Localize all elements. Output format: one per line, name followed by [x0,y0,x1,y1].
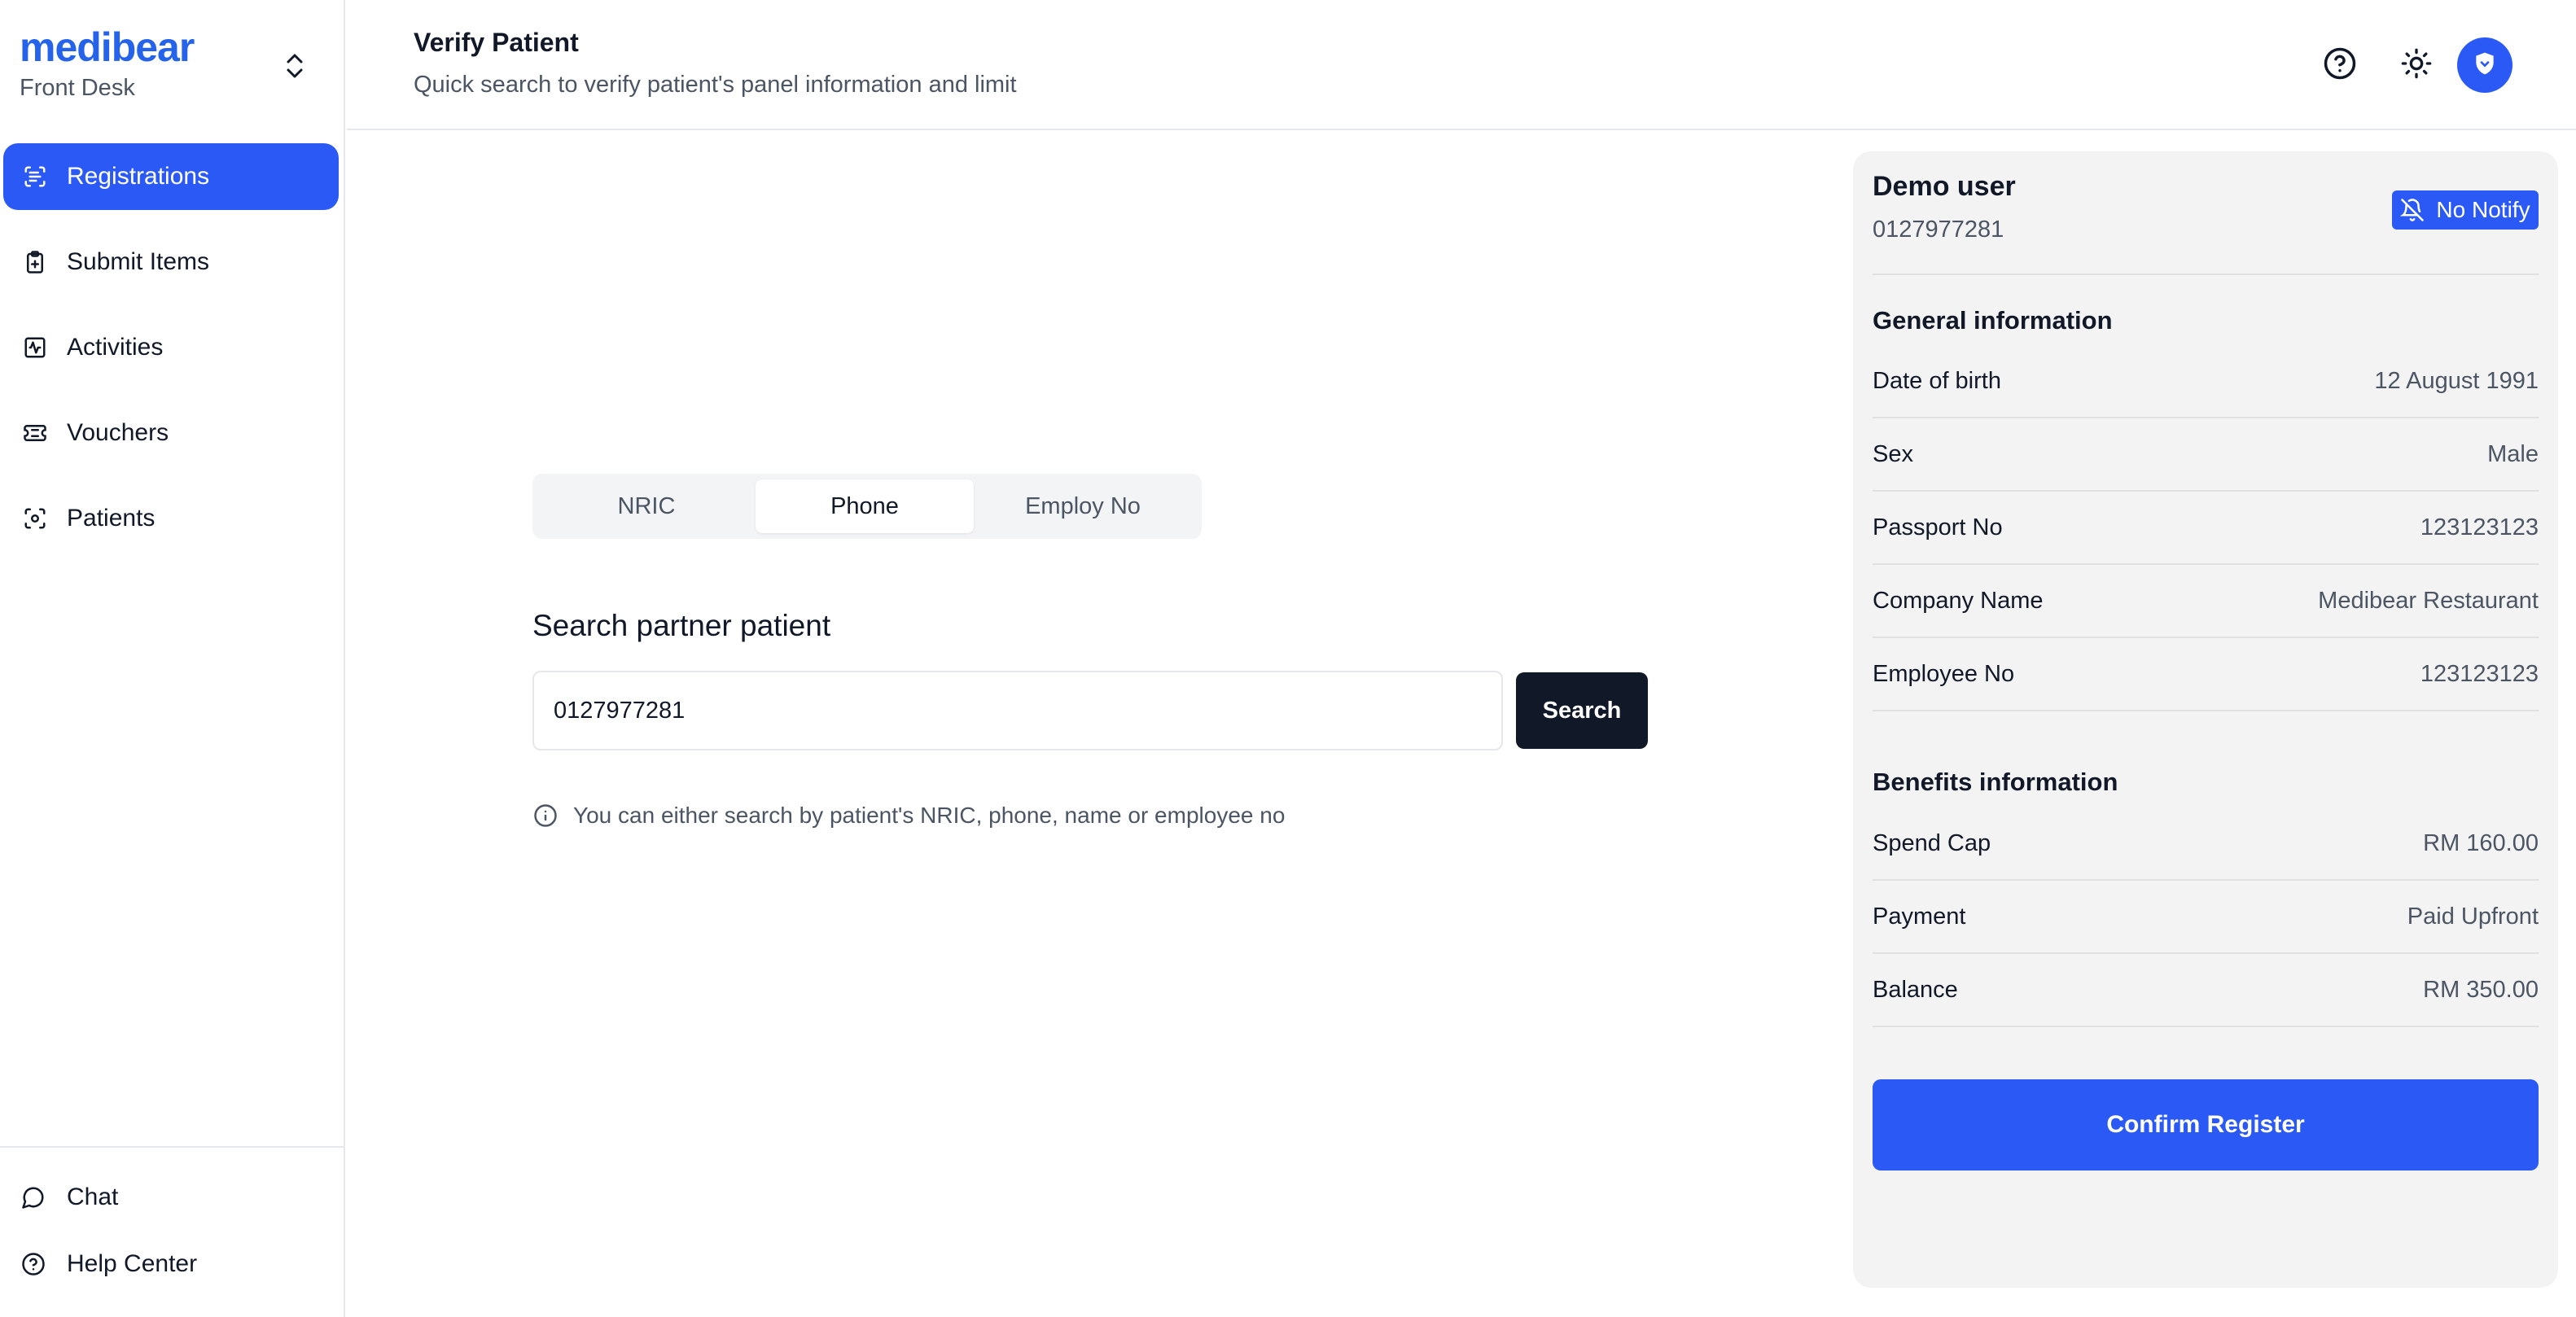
help-circle-icon [2323,46,2357,85]
sidebar-item-label: Vouchers [67,419,169,446]
patient-name: Demo user [1873,171,2016,202]
info-row-dob: Date of birth 12 August 1991 [1873,345,2539,418]
sun-icon [2400,47,2433,84]
info-label: Sex [1873,440,1913,467]
patient-panel: Demo user 0127977281 No Notify General i… [1853,151,2558,1288]
brand-logo[interactable]: medibear [20,24,195,70]
sidebar-item-label: Help Center [67,1250,198,1277]
brand-role: Front Desk [20,75,135,101]
info-value: 12 August 1991 [2374,367,2539,394]
info-value: Male [2487,440,2539,467]
benefit-value: RM 350.00 [2423,976,2539,1003]
benefit-label: Payment [1873,903,1966,930]
sidebar-item-activities[interactable]: Activities [3,314,339,381]
divider [1873,273,2539,275]
page-subtitle: Quick search to verify patient's panel i… [414,72,1017,98]
info-value: Medibear Restaurant [2318,587,2539,614]
shield-icon [2472,50,2498,81]
confirm-register-button[interactable]: Confirm Register [1873,1079,2539,1170]
brand: medibear Front Desk [20,24,195,102]
info-row-sex: Sex Male [1873,418,2539,492]
info-icon [532,803,559,829]
avatar[interactable] [2457,37,2512,93]
sidebar-nav: Registrations Submit Items Activities Vo… [3,143,339,571]
sidebar-item-chat[interactable]: Chat [0,1164,344,1231]
sidebar-bottom: Chat Help Center [0,1146,344,1297]
benefit-row-balance: Balance RM 350.00 [1873,954,2539,1027]
sidebar: medibear Front Desk Registrations Submit… [0,0,345,1317]
no-notify-label: No Notify [2436,197,2530,222]
sidebar-item-label: Patients [67,505,156,532]
info-label: Passport No [1873,514,2003,540]
general-info-title: General information [1873,306,2113,335]
info-label: Date of birth [1873,367,2001,394]
sidebar-item-vouchers[interactable]: Vouchers [3,400,339,466]
benefit-value: Paid Upfront [2407,903,2539,930]
search-hint-text: You can either search by patient's NRIC,… [573,803,1286,828]
info-row-employee-no: Employee No 123123123 [1873,638,2539,711]
ticket-icon [21,419,49,447]
benefit-row-payment: Payment Paid Upfront [1873,881,2539,954]
benefit-row-spend-cap: Spend Cap RM 160.00 [1873,807,2539,881]
sidebar-item-label: Chat [67,1184,119,1210]
tab-phone[interactable]: Phone [756,479,974,533]
search-type-tabs: NRIC Phone Employ No [532,474,1202,539]
info-row-passport: Passport No 123123123 [1873,492,2539,565]
sidebar-item-patients[interactable]: Patients [3,485,339,552]
no-notify-badge[interactable]: No Notify [2392,190,2539,230]
search-hint: You can either search by patient's NRIC,… [532,803,1285,829]
scan-face-icon [21,505,49,532]
activity-square-icon [21,334,49,361]
benefit-label: Spend Cap [1873,829,1991,856]
help-button[interactable] [2312,37,2368,93]
sidebar-item-submit-items[interactable]: Submit Items [3,229,339,295]
tab-employ-no[interactable]: Employ No [974,479,1192,533]
benefit-label: Balance [1873,976,1958,1003]
sidebar-item-help-center[interactable]: Help Center [0,1231,344,1297]
benefit-value: RM 160.00 [2423,829,2539,856]
bell-off-icon [2400,198,2425,222]
theme-toggle-button[interactable] [2389,37,2444,93]
patient-phone: 0127977281 [1873,217,2004,243]
clipboard-plus-icon [21,248,49,276]
chevron-up-down-icon[interactable] [280,46,309,86]
tab-nric[interactable]: NRIC [537,479,756,533]
sidebar-item-label: Submit Items [67,248,210,275]
scan-text-icon [21,163,49,190]
search-input[interactable] [532,671,1503,750]
sidebar-item-registrations[interactable]: Registrations [3,143,339,210]
page-header: Verify Patient Quick search to verify pa… [347,0,2576,130]
search-button[interactable]: Search [1516,672,1648,749]
info-row-company: Company Name Medibear Restaurant [1873,565,2539,638]
search-label: Search partner patient [532,609,831,642]
sidebar-item-label: Activities [67,334,164,361]
message-circle-icon [20,1184,47,1211]
page-title: Verify Patient [414,28,579,57]
info-value: 123123123 [2420,514,2539,540]
sidebar-item-label: Registrations [67,163,210,190]
info-label: Employee No [1873,660,2015,687]
info-value: 123123123 [2420,660,2539,687]
info-label: Company Name [1873,587,2044,614]
help-circle-icon [20,1250,47,1278]
benefits-info-title: Benefits information [1873,768,2118,796]
